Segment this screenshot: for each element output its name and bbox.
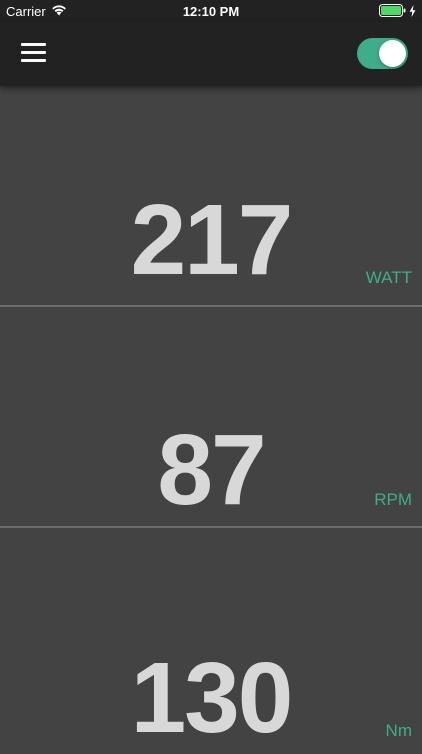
menu-button[interactable] bbox=[21, 43, 46, 63]
menu-icon-line bbox=[21, 43, 46, 46]
connection-toggle[interactable] bbox=[357, 38, 408, 69]
menu-icon-line bbox=[21, 51, 46, 54]
power-value: 217 bbox=[130, 184, 294, 296]
menu-icon-line bbox=[21, 59, 46, 62]
charging-icon bbox=[409, 4, 416, 20]
torque-metric: 130 Nm bbox=[0, 528, 422, 750]
cadence-metric: 87 RPM bbox=[0, 307, 422, 526]
torque-unit: Nm bbox=[385, 721, 412, 740]
power-unit: WATT bbox=[365, 268, 412, 287]
torque-value: 130 bbox=[130, 642, 294, 754]
status-time: 12:10 PM bbox=[182, 4, 240, 19]
battery-icon bbox=[379, 4, 406, 20]
power-metric: 217 WATT bbox=[0, 86, 422, 305]
status-bar: Carrier 12:10 PM bbox=[0, 0, 422, 22]
cadence-unit: RPM bbox=[374, 490, 412, 509]
status-right bbox=[379, 4, 416, 20]
top-navbar bbox=[0, 22, 422, 86]
cadence-value: 87 bbox=[157, 414, 266, 526]
toggle-knob bbox=[379, 40, 406, 67]
